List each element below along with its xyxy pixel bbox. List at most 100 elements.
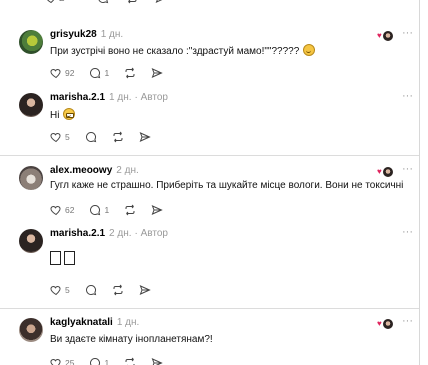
- comment-icon: [90, 204, 101, 216]
- username[interactable]: kaglyaknatali: [50, 317, 113, 328]
- username[interactable]: marisha.2.1: [50, 228, 105, 239]
- heart-icon: [47, 0, 55, 4]
- repost-icon: [113, 284, 123, 296]
- comments-feed: 2 grisyuk281 дн. ♥ ··· При зустрічі воно…: [0, 0, 420, 365]
- girl-avatar[interactable]: [19, 229, 43, 253]
- comment-actions: 25 1: [50, 357, 178, 365]
- grimace-emoji-icon: [63, 108, 76, 120]
- share-button[interactable]: [151, 204, 163, 216]
- comment-icon[interactable]: [97, 0, 109, 4]
- repost-button[interactable]: [112, 131, 124, 143]
- like-button[interactable]: 25: [50, 357, 74, 365]
- like-button[interactable]: 62: [50, 204, 74, 216]
- like-button[interactable]: 5: [50, 284, 70, 296]
- comment-text: Гугл каже не страшно. Приберіть та шукай…: [50, 180, 404, 191]
- heart-icon: [50, 205, 61, 216]
- missing-glyph-icon: [64, 251, 75, 265]
- comment-actions: 5: [50, 284, 166, 296]
- like-count: 25: [65, 358, 75, 365]
- comment-text: Ви здаєте кімнату інопланетянам?!: [50, 334, 213, 345]
- reply-count: 1: [104, 205, 110, 215]
- share-icon: [139, 285, 151, 295]
- heart-icon: [50, 358, 61, 365]
- share-button[interactable]: [139, 284, 151, 296]
- repost-icon[interactable]: [126, 0, 138, 4]
- repost-icon: [113, 131, 123, 143]
- timestamp: 1 дн.: [100, 29, 124, 40]
- like-count: 5: [65, 132, 70, 142]
- username[interactable]: marisha.2.1: [50, 92, 105, 103]
- comment-icon: [85, 131, 96, 143]
- reply-button[interactable]: [85, 284, 97, 296]
- comment-text: Ні: [50, 108, 76, 121]
- like-button[interactable]: 2: [45, 0, 65, 4]
- comment-icon: [90, 357, 101, 365]
- like-count: 5: [65, 285, 70, 295]
- reply-button[interactable]: 1: [89, 357, 109, 365]
- author-liked-badge: ♥: [377, 318, 394, 330]
- comment-actions: 5: [50, 131, 166, 143]
- missing-glyph-icons: [50, 251, 75, 265]
- woman-avatar[interactable]: [19, 318, 43, 342]
- reply-count: 1: [104, 358, 110, 365]
- share-icon: [151, 205, 163, 215]
- bird-avatar[interactable]: [19, 30, 43, 54]
- share-button[interactable]: [151, 67, 163, 79]
- repost-button[interactable]: [112, 284, 124, 296]
- timestamp: 2 дн.: [116, 165, 139, 176]
- reply-button[interactable]: 1: [89, 67, 109, 79]
- like-count: 2: [59, 0, 65, 4]
- comment-actions: 92 1: [50, 67, 178, 79]
- more-options-icon[interactable]: ···: [402, 27, 413, 39]
- top-action-row: 2: [45, 0, 167, 4]
- share-icon[interactable]: [155, 0, 167, 4]
- girl-avatar[interactable]: [19, 93, 43, 117]
- author-avatar: [382, 318, 394, 330]
- heart-icon: [50, 285, 61, 296]
- repost-button[interactable]: [124, 357, 136, 365]
- more-options-icon[interactable]: ···: [402, 226, 413, 238]
- like-count: 92: [65, 68, 75, 78]
- cat-avatar[interactable]: [19, 166, 43, 190]
- reply-button[interactable]: [85, 131, 97, 143]
- more-options-icon[interactable]: ···: [402, 163, 413, 175]
- author-label: · Автор: [134, 92, 168, 103]
- heart-icon: [50, 132, 61, 143]
- share-button[interactable]: [139, 131, 151, 143]
- divider: [0, 155, 419, 156]
- reply-button[interactable]: 1: [89, 204, 109, 216]
- reply-count: 1: [104, 68, 110, 78]
- author-avatar: [382, 30, 394, 42]
- repost-icon: [125, 67, 135, 79]
- more-options-icon[interactable]: ···: [402, 315, 413, 327]
- timestamp: 2 дн.: [109, 228, 132, 239]
- comment-icon: [85, 284, 96, 296]
- like-button[interactable]: 92: [50, 67, 74, 79]
- more-options-icon[interactable]: ···: [402, 90, 413, 102]
- comment-text: При зустрічі воно не сказало :"здрастуй …: [50, 44, 316, 57]
- repost-icon: [125, 357, 135, 365]
- divider: [0, 308, 419, 309]
- share-button[interactable]: [151, 357, 163, 365]
- share-icon: [151, 68, 163, 78]
- repost-icon: [125, 204, 135, 216]
- heart-icon: [50, 68, 61, 79]
- like-button[interactable]: 5: [50, 131, 70, 143]
- username[interactable]: alex.meoowy: [50, 165, 112, 176]
- author-liked-badge: ♥: [377, 166, 394, 178]
- comment-actions: 62 1: [50, 204, 178, 216]
- username[interactable]: grisyuk28: [50, 29, 97, 40]
- author-liked-badge: ♥: [377, 30, 394, 42]
- author-avatar: [382, 166, 394, 178]
- smile-emoji-icon: [303, 44, 316, 56]
- author-label: · Автор: [134, 228, 168, 239]
- repost-button[interactable]: [124, 204, 136, 216]
- share-icon: [151, 358, 163, 365]
- like-count: 62: [65, 205, 75, 215]
- missing-glyph-icon: [50, 251, 61, 265]
- repost-button[interactable]: [124, 67, 136, 79]
- timestamp: 1 дн.: [116, 317, 140, 328]
- timestamp: 1 дн.: [109, 92, 132, 103]
- comment-icon: [90, 67, 101, 79]
- share-icon: [139, 132, 151, 142]
